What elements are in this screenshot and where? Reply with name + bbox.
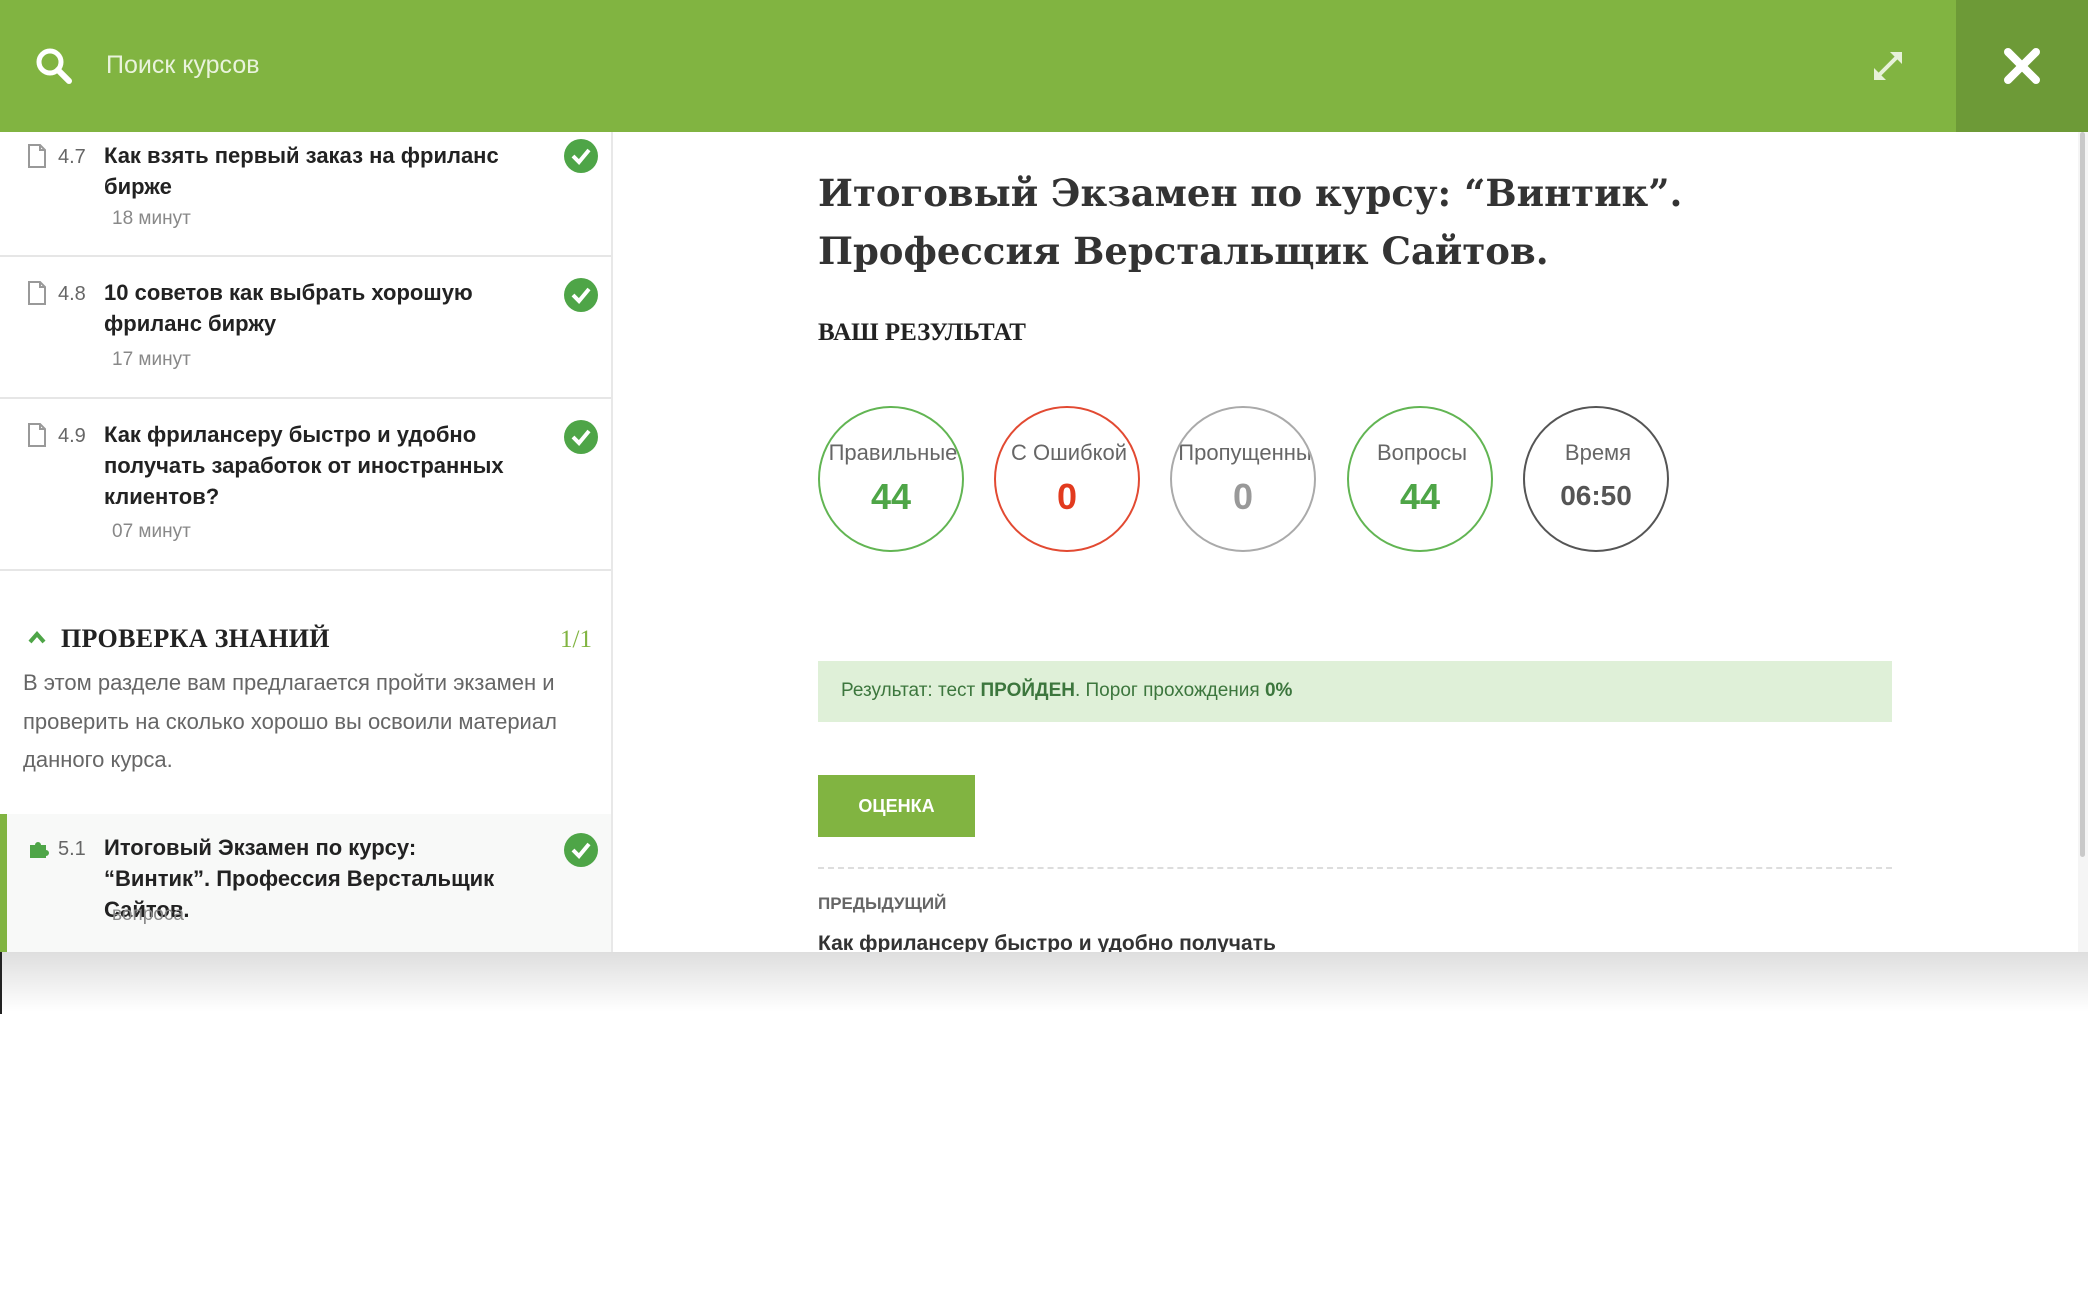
stat-skipped: Пропущенны 0 [1170, 406, 1316, 552]
stat-value: 0 [1056, 476, 1078, 517]
search-input[interactable] [106, 40, 806, 90]
result-middle: . Порог прохождения [1074, 680, 1265, 701]
stat-value: 06:50 [1560, 480, 1632, 511]
lesson-item-4-9[interactable]: 4.9 Как фрилансеру быстро и удобно получ… [0, 399, 611, 571]
check-circle-icon [564, 420, 598, 454]
lesson-number: 4.9 [58, 425, 86, 447]
result-heading: ВАШ РЕЗУЛЬТАТ [818, 319, 1026, 346]
check-circle-icon [564, 139, 598, 173]
close-button[interactable] [1956, 0, 2088, 132]
curriculum-sidebar: 4.7 Как взять первый заказ на фриланс би… [0, 132, 613, 952]
section-description: В этом разделе вам предлагается пройти э… [23, 670, 557, 772]
search-icon[interactable] [34, 46, 74, 86]
top-bar [0, 0, 2088, 132]
stat-label: Правильные [828, 440, 958, 465]
result-status: ПРОЙДЕН [980, 680, 1075, 701]
lesson-duration: 18 минут [112, 208, 191, 229]
previous-lesson-link[interactable]: Как фрилансеру быстро и удобно получать [818, 932, 1276, 952]
stat-value: 44 [870, 476, 912, 517]
previous-label: ПРЕДЫДУЩИЙ [818, 894, 947, 913]
stat-label: Время [1564, 440, 1632, 465]
lesson-number: 4.8 [58, 283, 86, 305]
lesson-title: Как фрилансеру быстро и удобно получать … [104, 422, 504, 509]
text-caret [0, 952, 2, 1014]
stat-label: С Ошибкой [1010, 440, 1128, 465]
stat-correct: Правильные 44 [818, 406, 964, 552]
stat-value: 0 [1232, 476, 1254, 517]
lesson-item-4-7[interactable]: 4.7 Как взять первый заказ на фриланс би… [0, 132, 611, 257]
document-icon [28, 281, 46, 305]
stat-label: Вопросы [1376, 440, 1468, 465]
result-message: Результат: тест ПРОЙДЕН. Порог прохожден… [818, 661, 1892, 722]
check-circle-icon [564, 833, 598, 867]
lesson-number: 4.7 [58, 146, 86, 168]
document-icon [28, 423, 46, 447]
stat-label: Пропущенны [1178, 440, 1312, 465]
lesson-number: 5.1 [58, 838, 86, 860]
result-threshold: 0% [1264, 680, 1293, 701]
stat-wrong: С Ошибкой 0 [994, 406, 1140, 552]
section-title[interactable]: ПРОВЕРКА ЗНАНИЙ [61, 624, 330, 654]
puzzle-icon [30, 842, 49, 858]
stat-questions: Вопросы 44 [1347, 406, 1493, 552]
lesson-item-4-8[interactable]: 4.8 10 советов как выбрать хорошую фрила… [0, 257, 611, 399]
scrollbar-thumb[interactable] [2080, 132, 2085, 857]
stat-value: 44 [1399, 476, 1441, 517]
chevron-up-icon[interactable] [28, 630, 46, 644]
expand-icon [1874, 52, 1902, 80]
stat-time: Время 06:50 [1523, 406, 1669, 552]
lesson-duration: 07 минут [112, 521, 191, 542]
lesson-title: Как взять первый заказ на фриланс бирже [104, 143, 499, 199]
close-icon [2004, 48, 2040, 84]
grade-button[interactable]: ОЦЕНКА [818, 775, 975, 837]
check-circle-icon [564, 278, 598, 312]
quiz-title: Итоговый Экзамен по курсу: “Винтик”. Про… [818, 171, 1683, 273]
section-progress: 1/1 [560, 626, 592, 653]
expand-button[interactable] [1866, 44, 1910, 88]
lesson-meta: вопроса [112, 904, 184, 925]
lesson-item-5-1[interactable]: 5.1 Итоговый Экзамен по курсу: “Винтик”.… [0, 814, 611, 952]
scrollbar[interactable] [2078, 132, 2088, 952]
lesson-title: 10 советов как выбрать хорошую фриланс б… [104, 280, 473, 336]
quiz-content: Итоговый Экзамен по курсу: “Винтик”. Про… [613, 132, 2088, 952]
divider [818, 867, 1892, 869]
lesson-duration: 17 минут [112, 349, 191, 370]
document-icon [28, 144, 46, 168]
result-prefix: Результат: тест [841, 680, 981, 701]
panel-shadow [0, 952, 2088, 1012]
